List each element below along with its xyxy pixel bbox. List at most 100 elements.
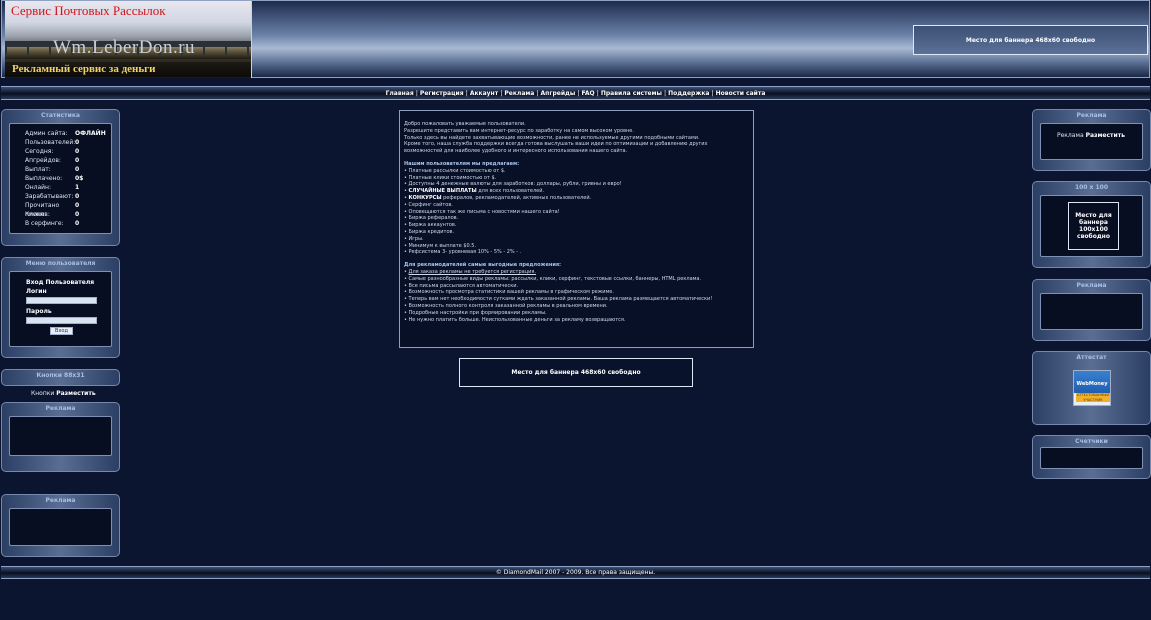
stat-value: 0 [75,166,80,173]
user-menu-title: Меню пользователя [25,260,96,267]
stats-row-upgrades: Апгрейдов: 0 [10,156,111,165]
stat-value: 0 [75,157,80,164]
attestat-box: Аттестат WebMoney АТТЕСТОВАННЫЙ УЧАСТНИК [1032,351,1151,425]
right-ad-line: Реклама Разместить [1057,132,1125,139]
users-item: • Серфинг сайтов. [404,201,453,208]
stats-row-payouts: Выплат: 0 [10,165,111,174]
login-label: Логин [26,288,47,295]
nav-news[interactable]: Новости сайта [716,90,766,97]
stat-label: Пользователей: [25,139,76,146]
stat-label: Сегодня: [25,148,54,155]
nav-support[interactable]: Поддержка [668,90,709,97]
left-ad-title-2: Реклама [45,497,76,504]
nav-account[interactable]: Аккаунт [470,90,498,97]
advertisers-item: • Не нужно платить больше. Неиспользован… [404,316,626,323]
password-label: Пароль [26,308,52,315]
left-ad-panel-2 [9,508,112,546]
counters-box: Счетчики [1032,435,1151,479]
contests-text: рефералов, рекламодателей, активных поль… [441,194,592,201]
right-ad-box-2: Реклама [1032,279,1151,341]
stat-label: Прочитано писем: [25,202,60,218]
right-ad-panel-2 [1040,293,1143,330]
random-payouts-text: для всех пользователей. [476,188,545,195]
nav-upgrades[interactable]: Апгрейды [541,90,576,97]
stats-row-surfing: В серфинге: 0 [10,219,111,228]
intro-line: Разрешите представить вам интернет-ресур… [404,127,634,134]
stat-value: 0 [75,202,80,209]
logo-site-name: Wm.LeberDon.ru [53,37,196,58]
stats-row-online: Онлайн: 1 [10,183,111,192]
stats-row-admin: Админ сайта: ОФЛАЙН [10,129,111,138]
advertisers-heading: Для рекламодателей самые выгодные предло… [404,262,562,269]
users-heading: Нашим пользователям мы предлагаем: [404,160,520,167]
stat-value: 0$ [75,175,84,182]
stat-value: 0 [75,211,80,218]
banner100-panel: Место для баннера 100x100 свободно [1040,195,1143,257]
buttons88-title: Кнопки 88x31 [36,372,85,379]
stats-row-today: Сегодня: 0 [10,147,111,156]
stat-label: Выплат: [25,166,51,173]
intro-line: Только здесь вы найдете захватывающие во… [404,134,700,141]
counters-panel [1040,447,1143,469]
right-ad-place-link[interactable]: Разместить [1086,132,1125,139]
banner100-title: 100 x 100 [1074,184,1109,191]
password-input[interactable] [26,317,97,324]
nav-home[interactable]: Главная [386,90,414,97]
stats-row-clicks: Кликов: 0 [10,210,111,219]
nav-faq[interactable]: FAQ [582,90,595,97]
main-nav: Главная | Регистрация | Аккаунт | Реклама | … [1,86,1150,100]
right-ad-title-1: Реклама [1076,112,1107,119]
left-ad-panel-1 [9,416,112,456]
webmoney-attestat-badge[interactable]: WebMoney АТТЕСТОВАННЫЙ УЧАСТНИК [1073,370,1111,406]
attestat-title: Аттестат [1076,354,1107,361]
login-heading: Вход Пользователя [26,279,95,286]
stat-label: Апгрейдов: [25,157,61,164]
intro-line: Кроме того, наша служба поддержки всегда… [404,141,708,155]
user-menu-box: Меню пользователя Вход Пользователя Логи… [1,257,120,358]
advertisers-item: • Самые разнообразные виды рекламы: расс… [404,275,702,282]
banner100-box: 100 x 100 Место для баннера 100x100 своб… [1032,181,1151,268]
left-ad-box-2: Реклама [1,494,120,557]
stat-value: 0 [75,139,80,146]
stat-label: В серфинге: [25,220,64,227]
right-ad-title-2: Реклама [1076,282,1107,289]
stat-value: 0 [75,193,80,200]
site-logo[interactable]: Сервис Почтовых Рассылок Wm.LeberDon.ru … [5,1,252,78]
right-ad-panel-1: Реклама Разместить [1040,123,1143,160]
middle-banner-placeholder[interactable]: Место для баннера 468x60 свободно [459,358,693,387]
users-item: • Игры. [404,235,424,242]
welcome-content: Добро пожаловать уважаемые пользователи.… [399,110,754,348]
badge-bottom: АТТЕСТОВАННЫЙ УЧАСТНИК [1076,393,1110,402]
contests-label: КОНКУРСЫ [408,194,442,201]
users-item-random: • СЛУЧАЙНЫЕ ВЫПЛАТЫ для всех пользовател… [404,188,545,195]
users-item-contests: • КОНКУРСЫ рефералов, рекламодателей, ак… [404,194,592,201]
buttons88-box: Кнопки 88x31 [1,369,120,386]
buttons88-prefix: Кнопки [31,390,55,397]
login-input[interactable] [26,297,97,304]
advertisers-item: • Подробные настройки при формировании р… [404,309,547,316]
right-ad-box-1: Реклама Реклама Разместить [1032,109,1151,171]
banner100-placeholder[interactable]: Место для баннера 100x100 свободно [1068,202,1119,250]
logo-slogan: Рекламный сервис за деньги [5,62,251,77]
header: Сервис Почтовых Рассылок Wm.LeberDon.ru … [1,0,1150,78]
badge-text: WebMoney [1076,381,1108,387]
no-registration-link[interactable]: Для заказа рекламы не требуется регистра… [409,269,536,275]
stat-label: Админ сайта: [25,130,68,137]
top-banner-placeholder[interactable]: Место для баннера 468x60 свободно [913,25,1148,55]
right-ad-prefix: Реклама [1057,132,1084,139]
login-panel: Вход Пользователя Логин Пароль Вход [9,271,112,347]
nav-registration[interactable]: Регистрация [420,90,464,97]
buttons88-place-link[interactable]: Разместить [56,390,95,397]
advertisers-item: • Теперь вам нет необходимости сутками ж… [404,296,713,303]
stats-row-earning: Зарабатывают: 0 [10,192,111,201]
advertisers-item-link: • Для заказа рекламы не требуется регист… [404,268,536,275]
intro-line: Добро пожаловать уважаемые пользователи. [404,121,526,127]
stat-label: Зарабатывают: [25,193,74,200]
footer-copyright: © DiamondMail 2007 - 2009. Все права защ… [1,566,1150,579]
nav-rules[interactable]: Правила системы [601,90,662,97]
nav-advertising[interactable]: Реклама [504,90,534,97]
left-ad-box-1: Реклама [1,402,120,472]
login-button[interactable]: Вход [50,327,73,335]
stat-label: Онлайн: [25,184,52,191]
stat-label: Кликов: [25,211,50,218]
